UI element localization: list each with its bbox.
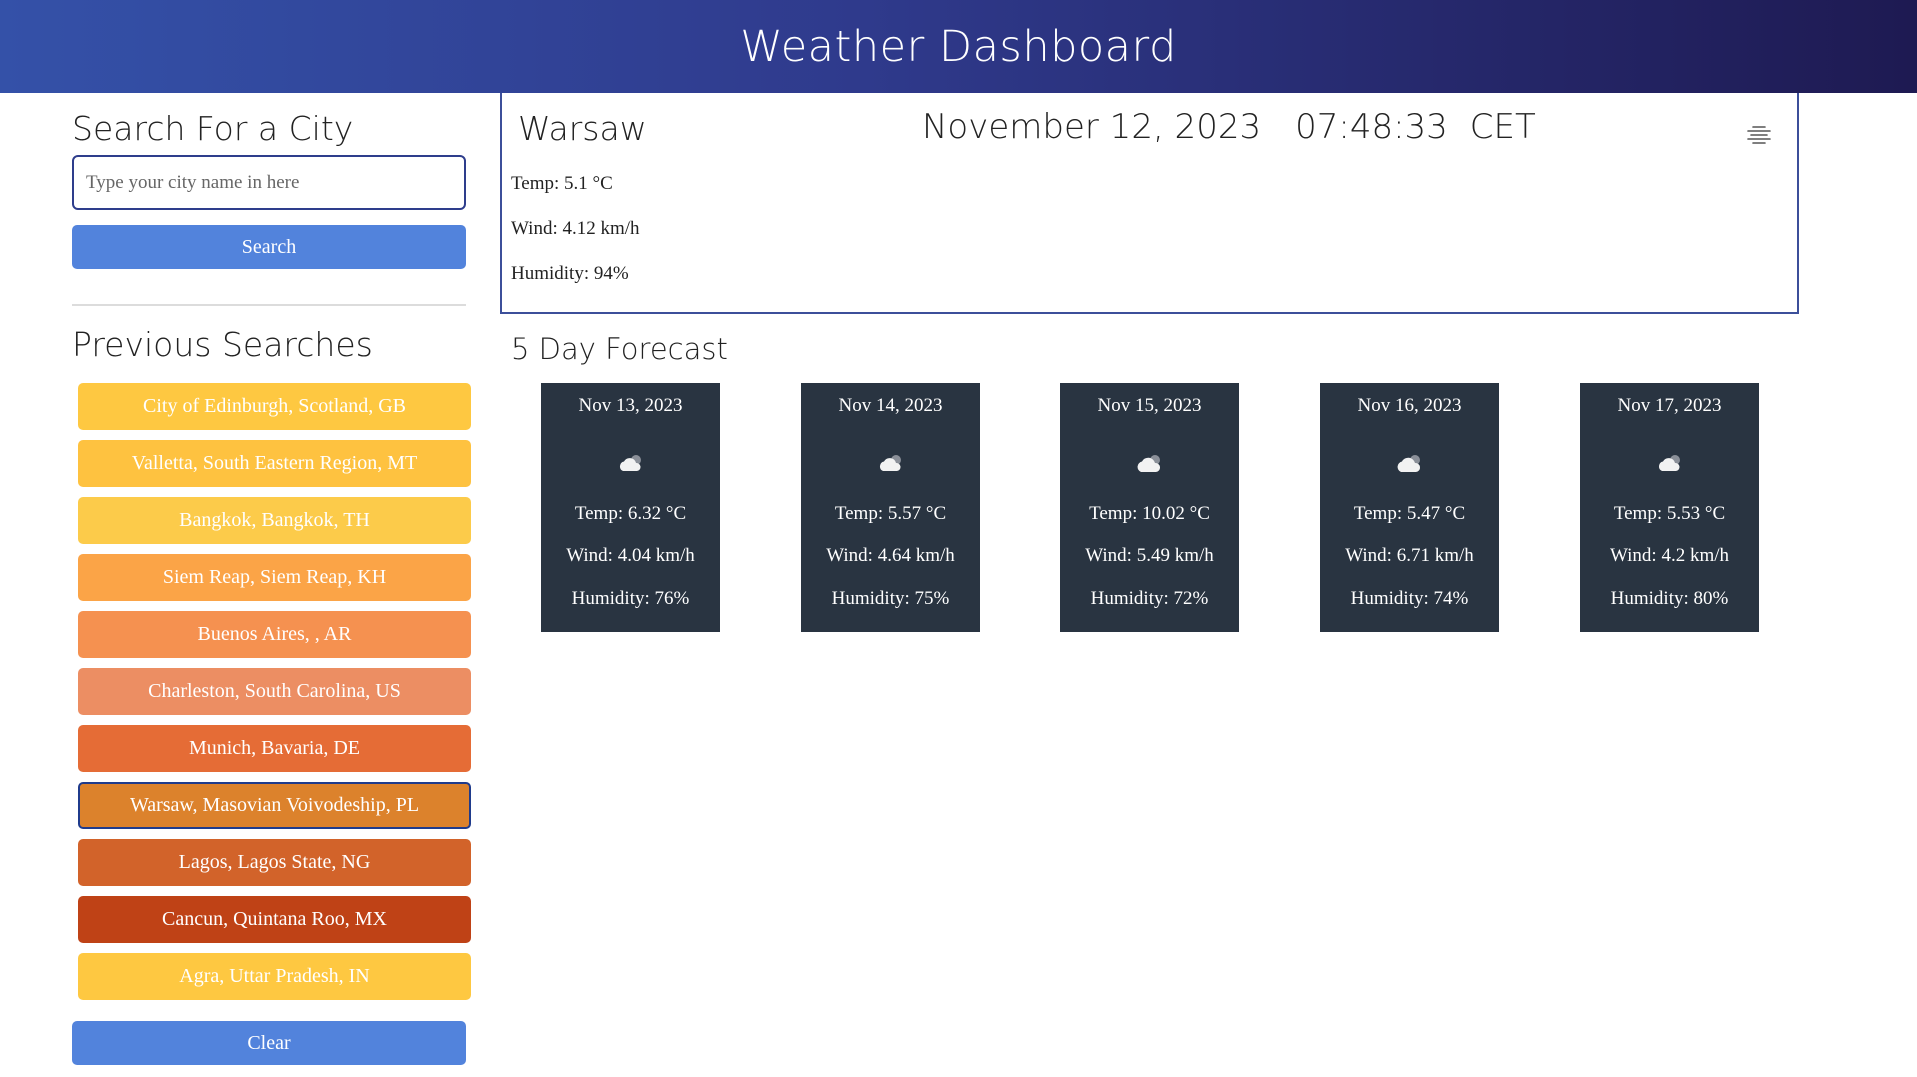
history-item[interactable]: Valletta, South Eastern Region, MT: [78, 440, 471, 487]
sidebar-divider: [72, 304, 466, 306]
current-city-name: Warsaw: [518, 109, 647, 148]
forecast-date: Nov 15, 2023: [1097, 395, 1202, 416]
current-wind: Wind: 4.12 km/h: [511, 218, 640, 239]
clear-history-button[interactable]: Clear: [72, 1021, 466, 1065]
cloud-icon: [1137, 455, 1160, 472]
city-search-input[interactable]: [72, 155, 466, 210]
current-date-time: November 12, 2023 07:48:33 CET: [922, 107, 1536, 147]
forecast-card: Nov 14, 2023 Temp: 5.57 °C Wind: 4.64 km…: [801, 383, 980, 632]
forecast-card: Nov 16, 2023 Temp: 5.47 °C Wind: 6.71 km…: [1320, 383, 1499, 632]
app-title: Weather Dashboard: [740, 21, 1177, 72]
forecast-temperature: Temp: 5.57 °C: [834, 503, 947, 524]
current-date: November 12, 2023: [922, 107, 1262, 147]
history-item[interactable]: Warsaw, Masovian Voivodeship, PL: [78, 782, 471, 829]
forecast-card: Nov 15, 2023 Temp: 10.02 °C Wind: 5.49 k…: [1060, 383, 1239, 632]
forecast-date: Nov 13, 2023: [578, 395, 683, 416]
history-item[interactable]: Charleston, South Carolina, US: [78, 668, 471, 715]
history-item[interactable]: Buenos Aires, , AR: [78, 611, 471, 658]
current-clock: 07:48:33 CET: [1295, 107, 1536, 147]
forecast-date: Nov 14, 2023: [838, 395, 943, 416]
history-item[interactable]: City of Edinburgh, Scotland, GB: [78, 383, 471, 430]
app-header: Weather Dashboard: [0, 0, 1917, 93]
forecast-wind: Wind: 6.71 km/h: [1345, 545, 1474, 566]
forecast-wind: Wind: 4.04 km/h: [566, 545, 695, 566]
history-item[interactable]: Siem Reap, Siem Reap, KH: [78, 554, 471, 601]
forecast-humidity: Humidity: 74%: [1350, 588, 1469, 609]
forecast-humidity: Humidity: 80%: [1610, 588, 1729, 609]
history-item[interactable]: Cancun, Quintana Roo, MX: [78, 896, 471, 943]
forecast-wind: Wind: 4.64 km/h: [826, 545, 955, 566]
current-temperature: Temp: 5.1 °C: [511, 173, 613, 194]
forecast-card: Nov 17, 2023 Temp: 5.53 °C Wind: 4.2 km/…: [1580, 383, 1759, 632]
forecast-temperature: Temp: 5.47 °C: [1353, 503, 1466, 524]
previous-searches-heading: Previous Searches: [72, 325, 373, 364]
current-weather-panel: Warsaw November 12, 2023 07:48:33 CET Te…: [500, 93, 1799, 314]
search-button[interactable]: Search: [72, 225, 466, 269]
forecast-humidity: Humidity: 72%: [1090, 588, 1209, 609]
cloud-icon: [1658, 455, 1680, 471]
history-item[interactable]: Agra, Uttar Pradesh, IN: [78, 953, 471, 1000]
history-item[interactable]: Munich, Bavaria, DE: [78, 725, 471, 772]
mist-icon: [1747, 126, 1771, 144]
forecast-temperature: Temp: 5.53 °C: [1613, 503, 1726, 524]
current-time: 07:48:33: [1295, 107, 1448, 147]
current-humidity: Humidity: 94%: [511, 263, 629, 284]
forecast-date: Nov 16, 2023: [1357, 395, 1462, 416]
forecast-wind: Wind: 4.2 km/h: [1609, 545, 1730, 566]
cloud-icon: [619, 455, 641, 471]
history-item[interactable]: Lagos, Lagos State, NG: [78, 839, 471, 886]
forecast-temperature: Temp: 10.02 °C: [1089, 503, 1210, 524]
forecast-humidity: Humidity: 75%: [831, 588, 950, 609]
forecast-wind: Wind: 5.49 km/h: [1085, 545, 1214, 566]
search-heading: Search For a City: [72, 109, 354, 148]
history-item[interactable]: Bangkok, Bangkok, TH: [78, 497, 471, 544]
cloud-icon: [879, 455, 901, 471]
forecast-card: Nov 13, 2023 Temp: 6.32 °C Wind: 4.04 km…: [541, 383, 720, 632]
cloud-icon: [1397, 455, 1420, 472]
forecast-temperature: Temp: 6.32 °C: [574, 503, 687, 524]
forecast-date: Nov 17, 2023: [1617, 395, 1722, 416]
current-timezone: CET: [1469, 107, 1536, 147]
forecast-humidity: Humidity: 76%: [571, 588, 690, 609]
forecast-heading: 5 Day Forecast: [511, 332, 728, 366]
